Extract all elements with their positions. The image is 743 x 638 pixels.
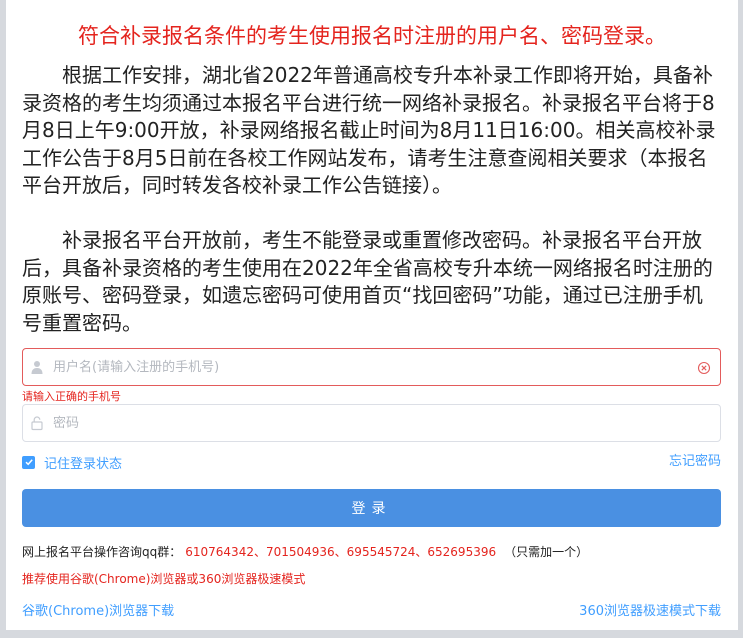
chrome-download-link[interactable]: 谷歌(Chrome)浏览器下载 — [22, 604, 174, 620]
username-error-message: 请输入正确的手机号 — [22, 390, 121, 403]
remember-label[interactable]: 记住登录状态 — [44, 453, 122, 472]
user-icon — [29, 359, 45, 375]
notice-paragraph-1: 根据工作安排，湖北省2022年普通高校专升本补录工作即将开始，具备补录资格的考生… — [22, 63, 716, 197]
notice-title: 符合补录报名条件的考生使用报名时注册的用户名、密码登录。 — [78, 24, 666, 48]
window-frame-left — [0, 0, 6, 638]
lock-icon — [29, 415, 45, 431]
remember-checkbox[interactable] — [22, 455, 35, 469]
username-input[interactable] — [53, 349, 693, 385]
qq-label: 网上报名平台操作咨询qq群： — [22, 545, 182, 559]
window-frame-bottom — [0, 630, 743, 638]
forgot-password-link[interactable]: 忘记密码 — [669, 453, 721, 471]
check-icon — [24, 459, 33, 466]
browser-recommendation: 推荐使用谷歌(Chrome)浏览器或360浏览器极速模式 — [22, 572, 306, 586]
qq-note: （只需加一个） — [504, 545, 589, 559]
qq-numbers: 610764342、701504936、695545724、652695396 — [185, 545, 497, 559]
remember-login-row: 记住登录状态 — [22, 453, 122, 472]
qq-contact-row: 网上报名平台操作咨询qq群： 610764342、701504936、695545… — [22, 543, 588, 561]
login-button[interactable]: 登录 — [22, 489, 721, 527]
browser360-download-link[interactable]: 360浏览器极速模式下载 — [579, 604, 721, 620]
circle-x-icon[interactable] — [697, 360, 711, 375]
notice-paragraph-2: 补录报名平台开放前，考生不能登录或重置修改密码。补录报名平台开放后，具备补录资格… — [22, 228, 713, 335]
password-field[interactable] — [22, 404, 721, 442]
password-input[interactable] — [53, 405, 693, 441]
username-field[interactable] — [22, 348, 721, 386]
window-frame-right — [738, 0, 743, 638]
